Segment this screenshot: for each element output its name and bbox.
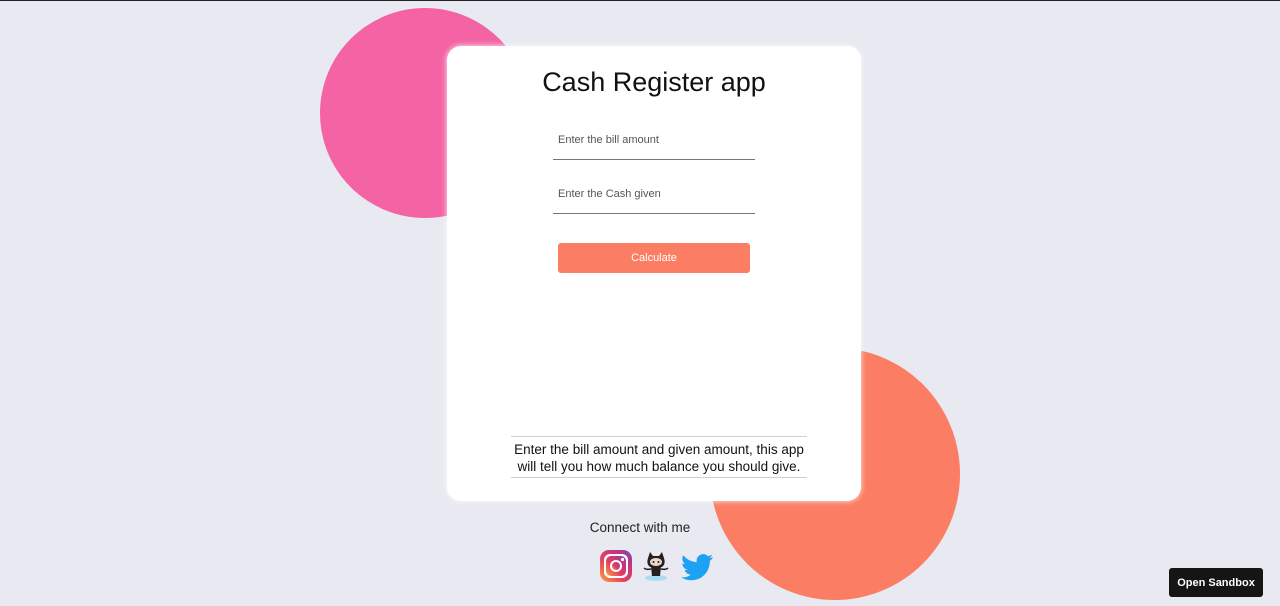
- cash-given-input[interactable]: [553, 174, 755, 214]
- app-description: Enter the bill amount and given amount, …: [511, 436, 807, 478]
- app-card: [447, 46, 861, 501]
- github-icon[interactable]: [638, 548, 674, 589]
- bill-amount-input[interactable]: [553, 120, 755, 160]
- open-sandbox-button[interactable]: Open Sandbox: [1169, 568, 1263, 597]
- instagram-icon[interactable]: [598, 548, 634, 589]
- app-title: Cash Register app: [542, 67, 766, 97]
- connect-heading: Connect with me: [589, 520, 691, 535]
- calculate-button[interactable]: Calculate: [558, 243, 750, 273]
- twitter-icon[interactable]: [680, 548, 716, 589]
